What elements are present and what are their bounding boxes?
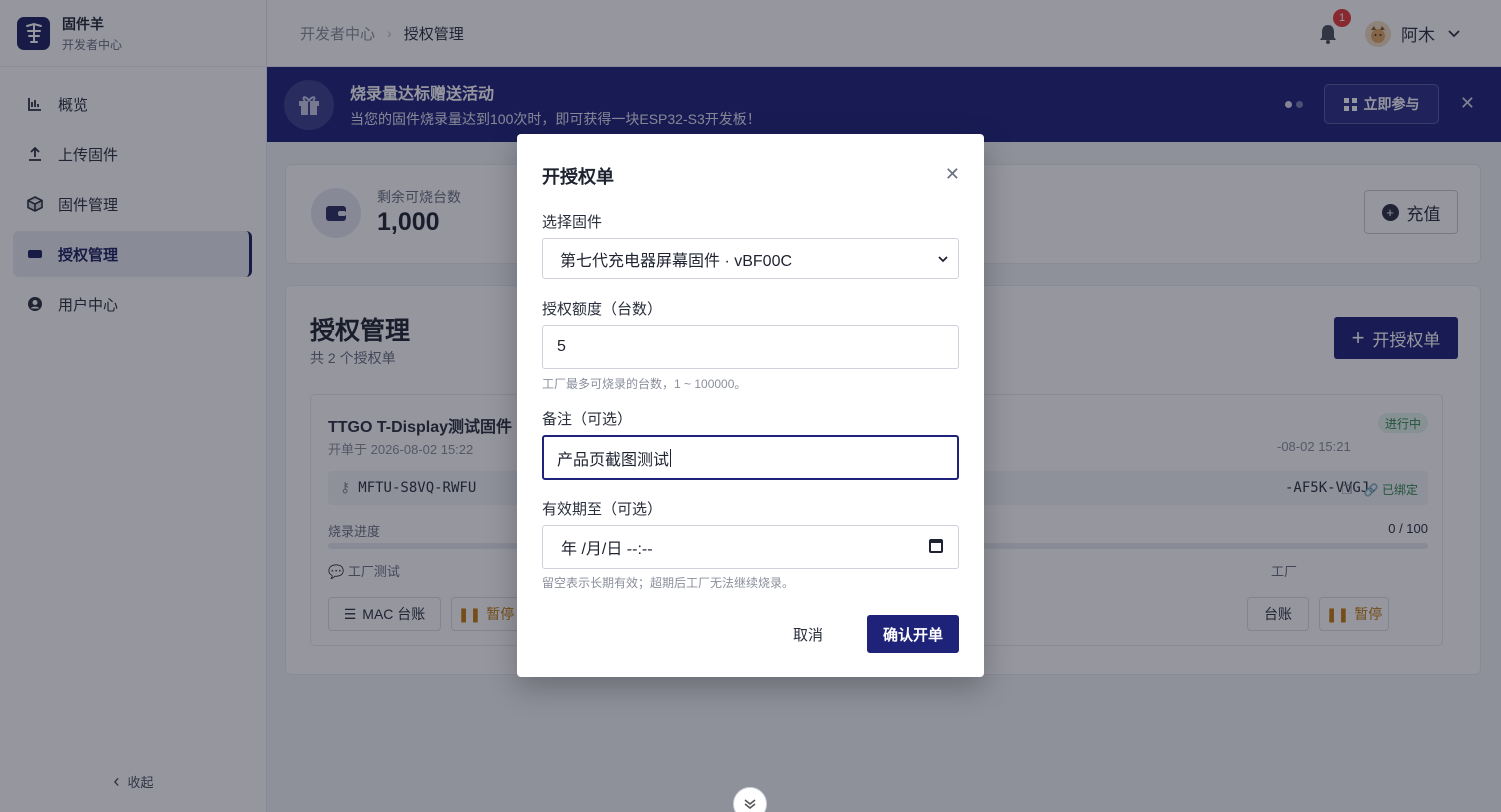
- expiry-hint: 留空表示长期有效；超期后工厂无法继续烧录。: [542, 576, 795, 590]
- quota-input-value: 5: [557, 338, 566, 355]
- expiry-datetime-input[interactable]: 年 /月/日 --:--: [542, 525, 959, 569]
- new-license-dialog: 开授权单 ✕ 选择固件 第七代充电器屏幕固件 · vBF00C 授权额度（台数）…: [517, 134, 984, 677]
- note-input-value: 产品页截图测试: [557, 451, 670, 469]
- close-icon[interactable]: ✕: [945, 164, 960, 185]
- firmware-label: 选择固件: [542, 214, 603, 231]
- dialog-title: 开授权单: [542, 167, 614, 187]
- quota-input[interactable]: 5: [542, 325, 959, 369]
- quota-hint: 工厂最多可烧录的台数，1 ~ 100000。: [542, 377, 747, 391]
- expiry-label: 有效期至（可选）: [542, 501, 663, 518]
- quota-label: 授权额度（台数）: [542, 301, 663, 318]
- note-input[interactable]: 产品页截图测试: [542, 435, 959, 480]
- chevron-down-icon: [938, 252, 948, 266]
- confirm-button[interactable]: 确认开单: [867, 615, 959, 653]
- calendar-icon[interactable]: [929, 539, 943, 553]
- chevron-double-down-icon: [744, 799, 756, 809]
- note-label: 备注（可选）: [542, 411, 633, 428]
- firmware-select-value: 第七代充电器屏幕固件 · vBF00C: [560, 252, 793, 270]
- expiry-placeholder: 年 /月/日 --:--: [561, 541, 653, 558]
- text-caret: [670, 448, 672, 467]
- cancel-button[interactable]: 取消: [778, 616, 838, 652]
- firmware-select[interactable]: 第七代充电器屏幕固件 · vBF00C: [542, 238, 959, 279]
